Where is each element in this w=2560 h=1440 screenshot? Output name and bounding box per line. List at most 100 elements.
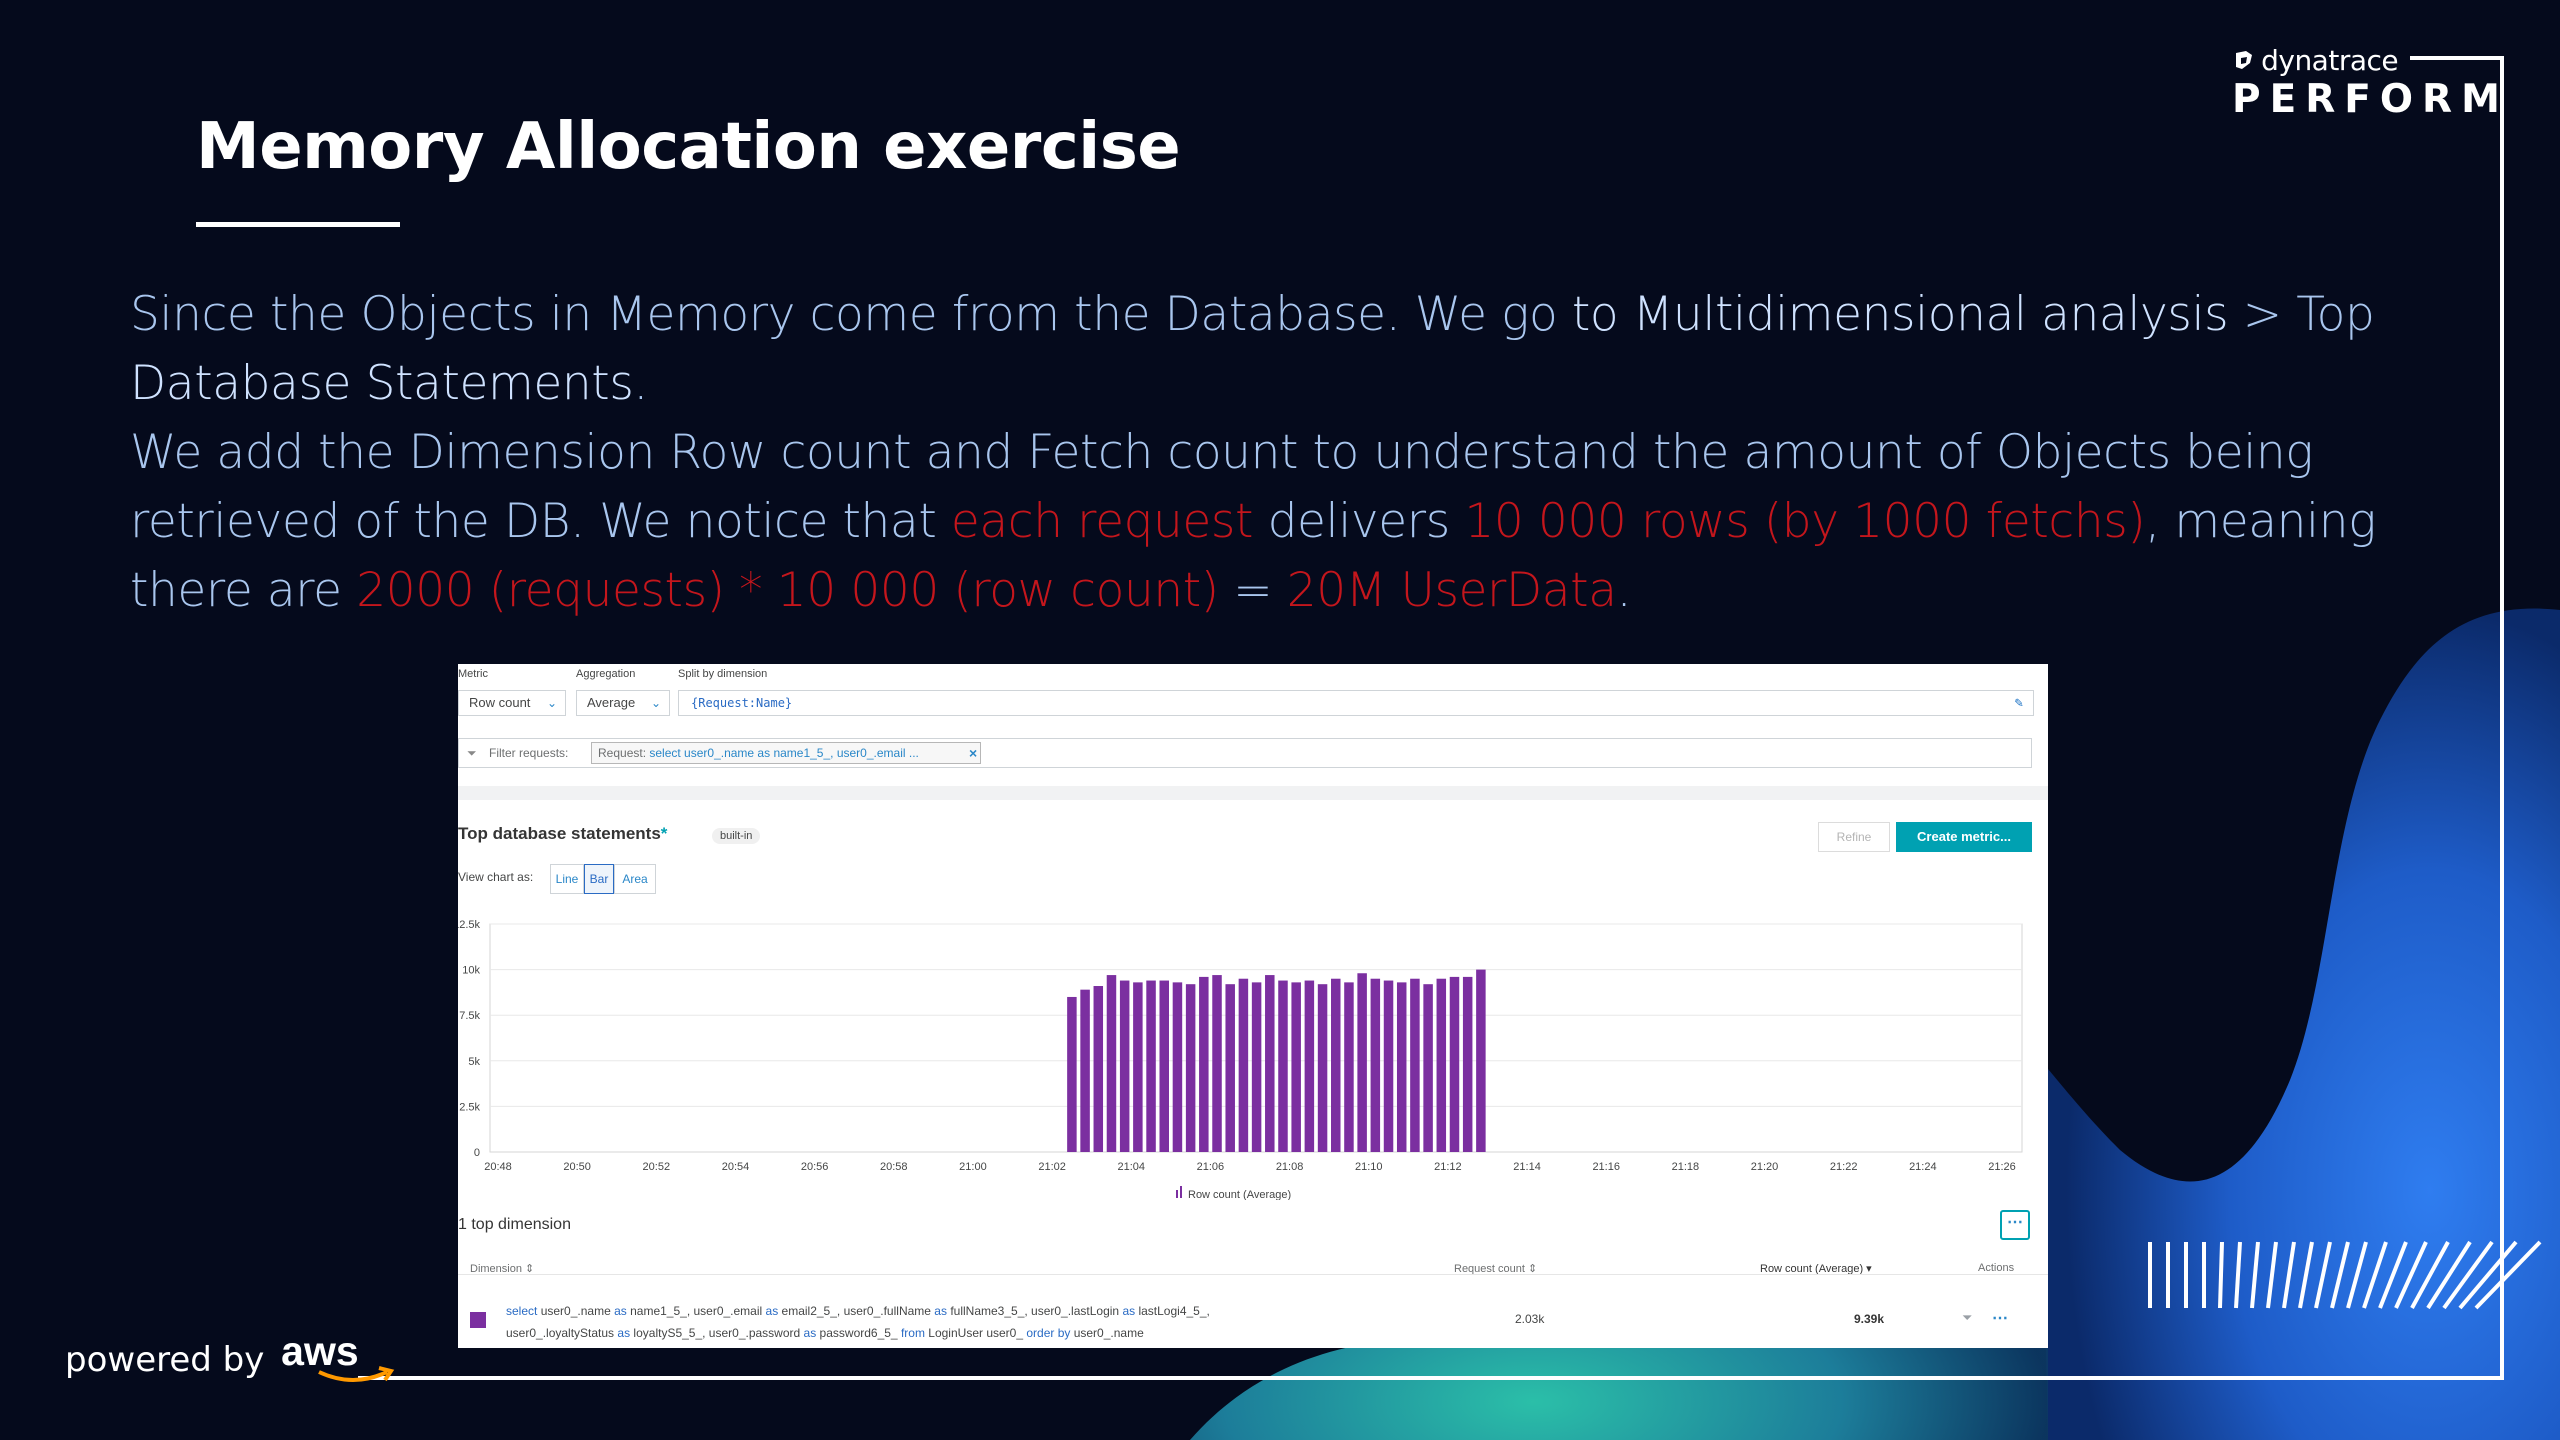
filter-chip[interactable]: Request: select user0_.name as name1_5_,… [591,742,981,764]
row-count-bar-chart: 0 2.5k 5k 7.5k 10k 12.5k 20:48 20:50 20:52 20:54 2… [458,919,2023,1200]
chart-bar [1462,976,1473,1152]
aggregation-label: Aggregation [576,668,636,680]
p1-highlight-database-statements: Database Statements [130,356,634,411]
chart-bar [1476,969,1486,1152]
close-icon[interactable]: × [969,739,977,767]
x-tick-label: 20:48 [484,1161,512,1173]
chart-bar [1172,982,1183,1152]
y-tick-label: 0 [474,1147,480,1159]
filter-chip-prefix: Request: [598,746,650,760]
split-label: Split by dimension [678,668,768,680]
chart-bar [1278,980,1288,1152]
paragraph-2: We add the Dimension Row count and Fetch… [130,418,2430,625]
view-area-button[interactable]: Area [614,864,656,894]
filter-bar[interactable]: ⏷ Filter requests: Request: select user0… [458,738,2032,768]
sql-keyword: from [900,1326,925,1340]
chart-bar [1423,984,1433,1152]
x-tick-label: 20:54 [722,1161,750,1173]
powered-by-aws: powered by aws [65,1328,395,1382]
frame-bottom-line [358,1376,2504,1380]
chart-bar [1225,984,1235,1152]
builtin-badge: built-in [712,828,761,844]
chart-bar [1119,980,1130,1152]
powered-by-text: powered by [65,1340,265,1380]
filter-icon: ⏷ [467,746,477,760]
y-tick-label: 10k [462,965,480,977]
logo-brand-text: dynatrace [2261,44,2399,77]
create-metric-button[interactable]: Create metric... [1896,822,2032,852]
chart-bar [1067,996,1077,1152]
refine-button[interactable]: Refine [1818,822,1890,852]
x-tick-label: 21:26 [1988,1161,2016,1173]
section-title-star: * [660,824,668,843]
metric-label: Metric [458,668,488,680]
sql-text: password6_5_ [816,1326,901,1340]
table-header-divider [458,1274,2048,1275]
x-tick-label: 21:14 [1513,1161,1541,1173]
chart-bar [1396,982,1407,1152]
filter-action-icon[interactable]: ⏷ [1962,1310,1972,1326]
p2-text-c: delivers [1253,494,1465,549]
sql-text: fullName3_5_, user0_.lastLogin [946,1304,1123,1318]
sql-keyword: as [934,1304,947,1318]
chart-bar [1238,978,1249,1152]
filter-label: Filter requests: [489,746,569,760]
chevron-down-icon: ⌄ [546,696,557,710]
view-line-button[interactable]: Line [550,864,584,894]
metric-dropdown[interactable]: Row count ⌄ [458,690,566,716]
x-tick-label: 21:20 [1751,1161,1779,1173]
chart-bar [1370,978,1381,1152]
title-underline [196,222,400,227]
chart-bar [1317,984,1328,1152]
legend-icon [1180,1186,1182,1198]
logo-event-text: PERFORM [2232,77,2509,122]
table-row-request-count: 2.03k [1515,1312,1545,1326]
aggregation-dropdown[interactable]: Average ⌄ [576,690,670,716]
aggregation-value: Average [587,695,636,710]
chart-bar [1106,975,1117,1152]
table-row-row-count: 9.39k [1854,1312,1885,1326]
x-tick-label: 21:08 [1276,1161,1304,1173]
y-tick-label: 5k [468,1056,480,1068]
chart-bar [1146,980,1156,1152]
dynatrace-perform-logo: dynatrace PERFORM [2232,44,2509,122]
chart-bar [1357,973,1367,1152]
sql-keyword: as [765,1304,779,1318]
p2-red-calculation: 2000 (requests) * 10 000 (row count) [356,563,1219,618]
slide-title: Memory Allocation exercise [196,110,1181,184]
chart-bar [1331,978,1341,1152]
p2-red-each-request: each request [950,494,1254,549]
pencil-icon[interactable]: ✎ [2015,691,2023,715]
decorative-stripes [2148,1240,2542,1310]
metric-value: Row count [469,695,531,710]
row-more-icon[interactable]: ⋯ [1992,1308,2008,1328]
section-title-text: Top database statements [458,824,661,843]
chart-bar [1304,980,1315,1152]
x-tick-label: 21:16 [1592,1161,1620,1173]
sql-keyword: as [1122,1304,1136,1318]
chevron-down-icon: ⌄ [650,696,661,710]
split-dimension-input[interactable]: {Request:Name} ✎ [678,690,2034,716]
p1-text-c: > Top [2228,287,2375,342]
table-row-dimension[interactable]: select user0_.name as name1_5_, user0_.e… [506,1300,1210,1344]
p2-red-rows: 10 000 rows (by 1000 fetchs) [1464,494,2146,549]
x-tick-label: 20:56 [801,1161,829,1173]
legend-label: Row count (Average) [1188,1189,1291,1200]
p1-text-e: . [633,356,648,411]
x-tick-label: 21:00 [959,1161,987,1173]
sql-text: name1_5_, user0_.email [626,1304,766,1318]
sql-keyword: as [803,1326,817,1340]
view-bar-button[interactable]: Bar [584,864,614,894]
chart-bar [1436,978,1447,1152]
legend-icon [1176,1190,1178,1198]
chart-bar [1344,982,1354,1152]
sql-line-1: select user0_.name as name1_5_, user0_.e… [506,1300,1210,1322]
aws-smile-icon [318,1366,395,1382]
more-options-button[interactable]: ⋯ [2000,1210,2030,1240]
sql-text: user0_.loyaltyStatus [506,1326,618,1340]
chart-bar [1265,975,1275,1152]
paragraph-1: Since the Objects in Memory come from th… [130,280,2430,418]
split-value: {Request:Name} [691,696,793,710]
sql-keyword: as [617,1326,631,1340]
x-tick-label: 21:22 [1830,1161,1858,1173]
